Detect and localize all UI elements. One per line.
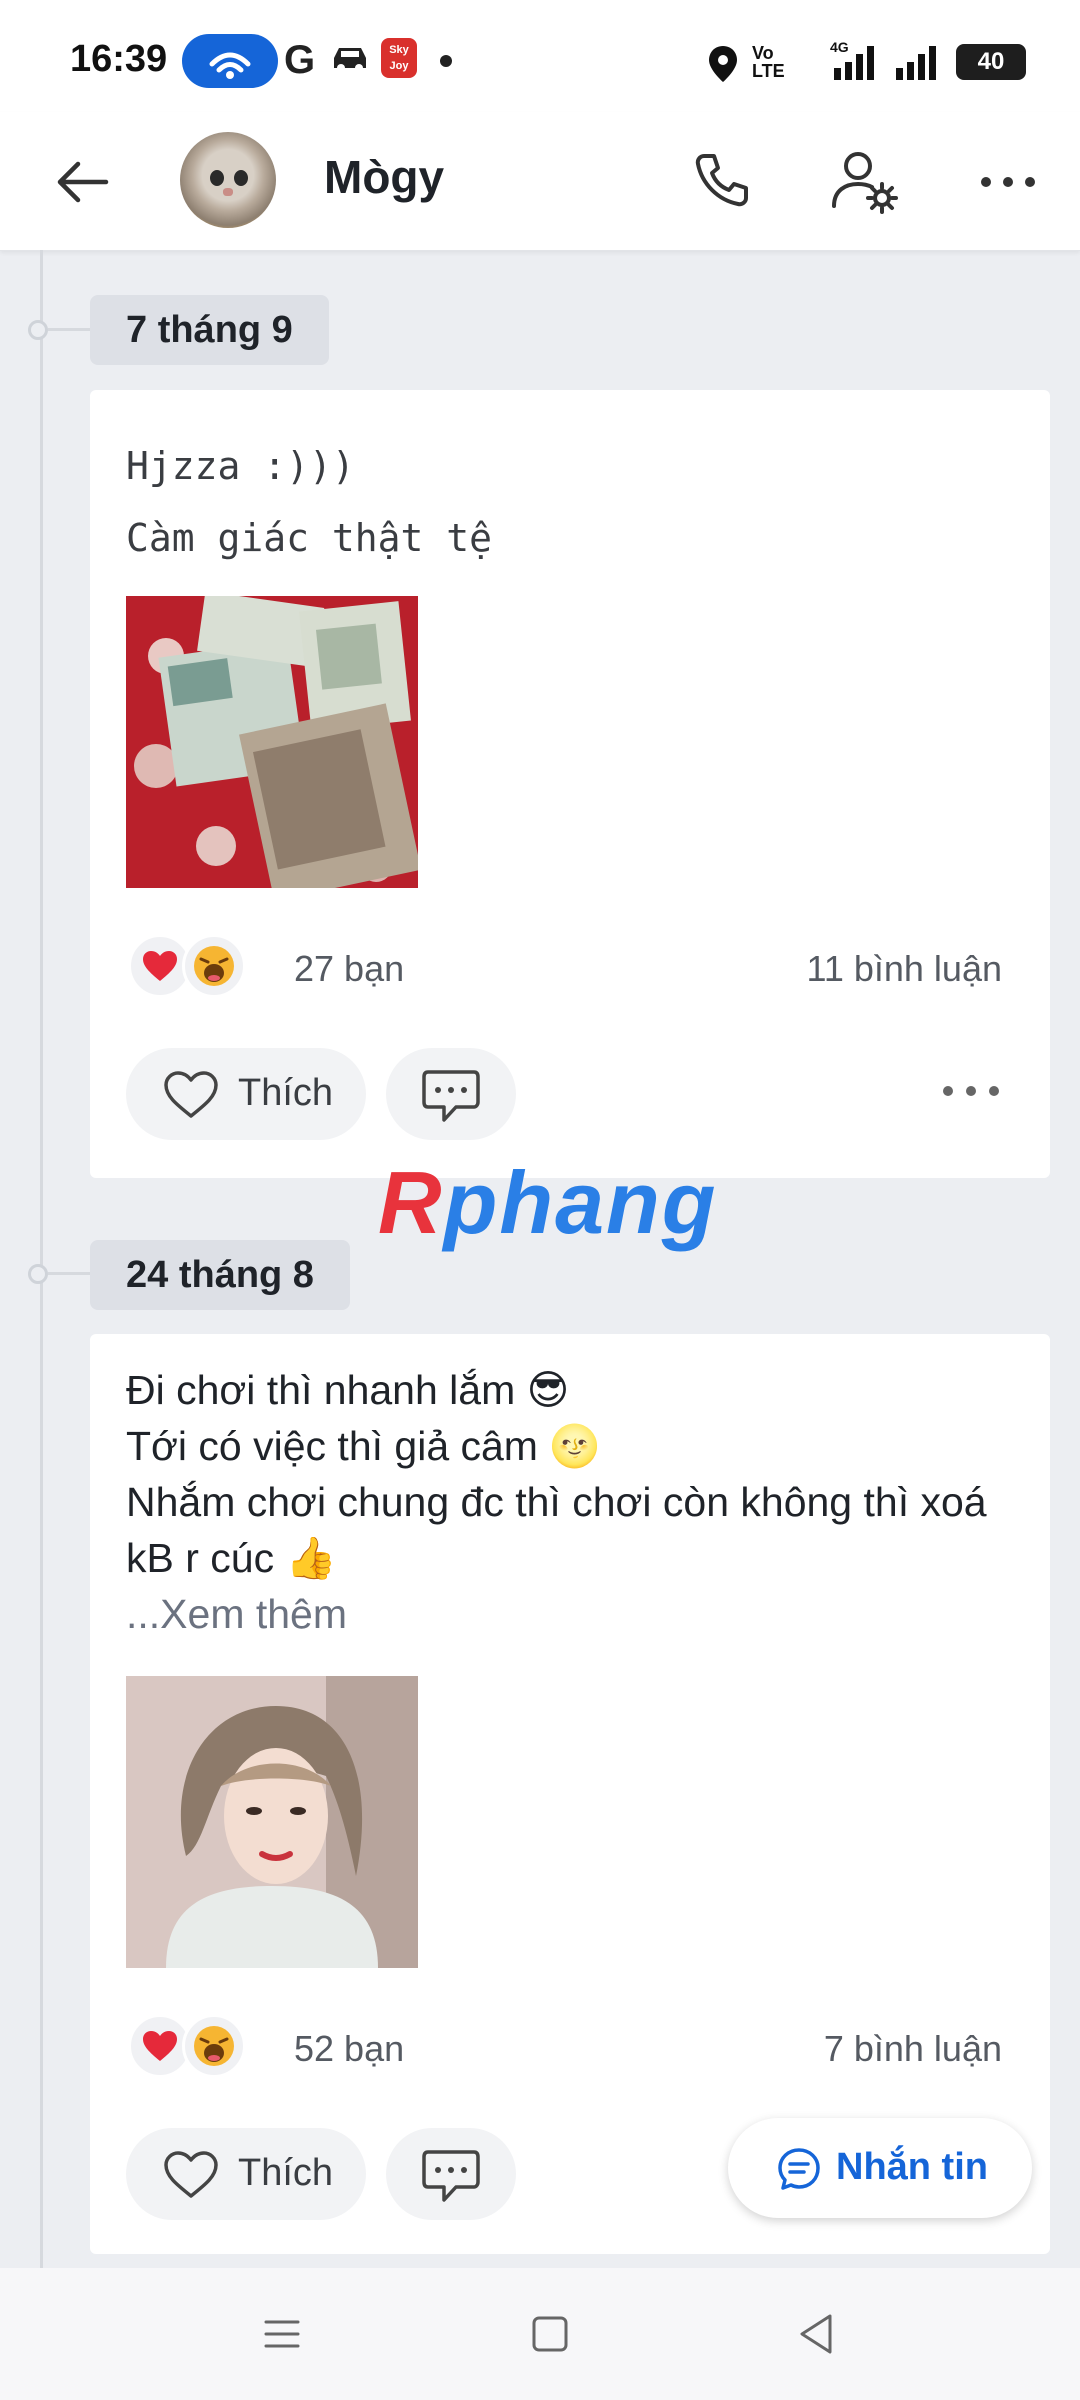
comment-count[interactable]: 11 bình luận bbox=[806, 948, 1002, 990]
contact-name[interactable]: Mògy bbox=[324, 150, 444, 204]
timeline-line bbox=[40, 250, 43, 2270]
post-date: 24 tháng 8 bbox=[90, 1240, 350, 1310]
heart-outline-icon bbox=[164, 1071, 218, 1118]
volte-icon: Vo LTE bbox=[752, 43, 785, 81]
banknotes-photo[interactable] bbox=[126, 596, 418, 888]
reaction-count[interactable]: 52 bạn bbox=[294, 2028, 404, 2070]
heart-outline-icon bbox=[164, 2151, 218, 2198]
home-icon[interactable] bbox=[530, 2314, 570, 2354]
avatar[interactable] bbox=[180, 132, 276, 228]
back-nav-icon[interactable] bbox=[796, 2312, 836, 2356]
notification-dot-icon bbox=[440, 55, 452, 67]
location-icon bbox=[709, 46, 737, 82]
menu-icon[interactable] bbox=[262, 2314, 302, 2354]
g-icon: G bbox=[284, 38, 316, 82]
comment-icon bbox=[422, 2150, 480, 2202]
post-text: Đi chơi thì nhanh lắm 😎 Tới có việc thì … bbox=[126, 1362, 1026, 1642]
comment-button[interactable] bbox=[386, 1048, 516, 1140]
like-button[interactable]: Thích bbox=[126, 2128, 366, 2220]
comment-icon bbox=[422, 1070, 480, 1122]
timeline-dot bbox=[28, 320, 48, 340]
back-arrow-icon[interactable] bbox=[50, 152, 114, 212]
post-card[interactable]: Hjzza :))) Càm giác thật tệ 27 bạn 11 bìn… bbox=[90, 390, 1050, 1178]
skyjoy-icon: Sky Joy bbox=[381, 38, 417, 78]
system-nav-bar bbox=[0, 2268, 1080, 2400]
post-text: Hjzza :))) Càm giác thật tệ bbox=[126, 444, 493, 560]
like-label: Thích bbox=[238, 1072, 334, 1114]
user-settings-icon[interactable] bbox=[828, 146, 900, 216]
portrait-photo[interactable] bbox=[126, 1676, 418, 1968]
haha-reaction-icon[interactable] bbox=[182, 934, 246, 998]
status-bar: 16:39 G Sky Joy Vo LTE 4G 40 bbox=[0, 0, 1080, 112]
car-icon bbox=[334, 48, 366, 72]
message-button[interactable]: Nhắn tin bbox=[728, 2118, 1032, 2218]
timeline-dot bbox=[28, 1264, 48, 1284]
hotspot-icon bbox=[182, 34, 278, 88]
signal-icon bbox=[896, 46, 936, 80]
svg-text:4G: 4G bbox=[830, 39, 849, 55]
like-button[interactable]: Thích bbox=[126, 1048, 366, 1140]
comment-count[interactable]: 7 bình luận bbox=[824, 2028, 1002, 2070]
message-button-label: Nhắn tin bbox=[836, 2146, 988, 2188]
like-label: Thích bbox=[238, 2152, 334, 2194]
phone-icon[interactable] bbox=[690, 148, 754, 212]
reaction-count[interactable]: 27 bạn bbox=[294, 948, 404, 990]
post-more-icon[interactable] bbox=[936, 1076, 1006, 1106]
see-more-link[interactable]: ...Xem thêm bbox=[126, 1586, 1026, 1642]
status-time: 16:39 bbox=[70, 38, 168, 80]
haha-reaction-icon[interactable] bbox=[182, 2014, 246, 2078]
watermark-logo: Rphang bbox=[378, 1153, 718, 1252]
chat-header: Mògy bbox=[0, 112, 1080, 251]
comment-button[interactable] bbox=[386, 2128, 516, 2220]
chat-bubble-icon bbox=[778, 2148, 820, 2190]
post-card[interactable]: Đi chơi thì nhanh lắm 😎 Tới có việc thì … bbox=[90, 1334, 1050, 2254]
more-icon[interactable] bbox=[976, 162, 1040, 202]
timeline-tick bbox=[48, 1272, 90, 1275]
signal-4g-icon: 4G bbox=[830, 39, 874, 80]
battery-icon: 40 bbox=[956, 44, 1026, 80]
timeline-tick bbox=[48, 328, 90, 331]
post-date: 7 tháng 9 bbox=[90, 295, 329, 365]
